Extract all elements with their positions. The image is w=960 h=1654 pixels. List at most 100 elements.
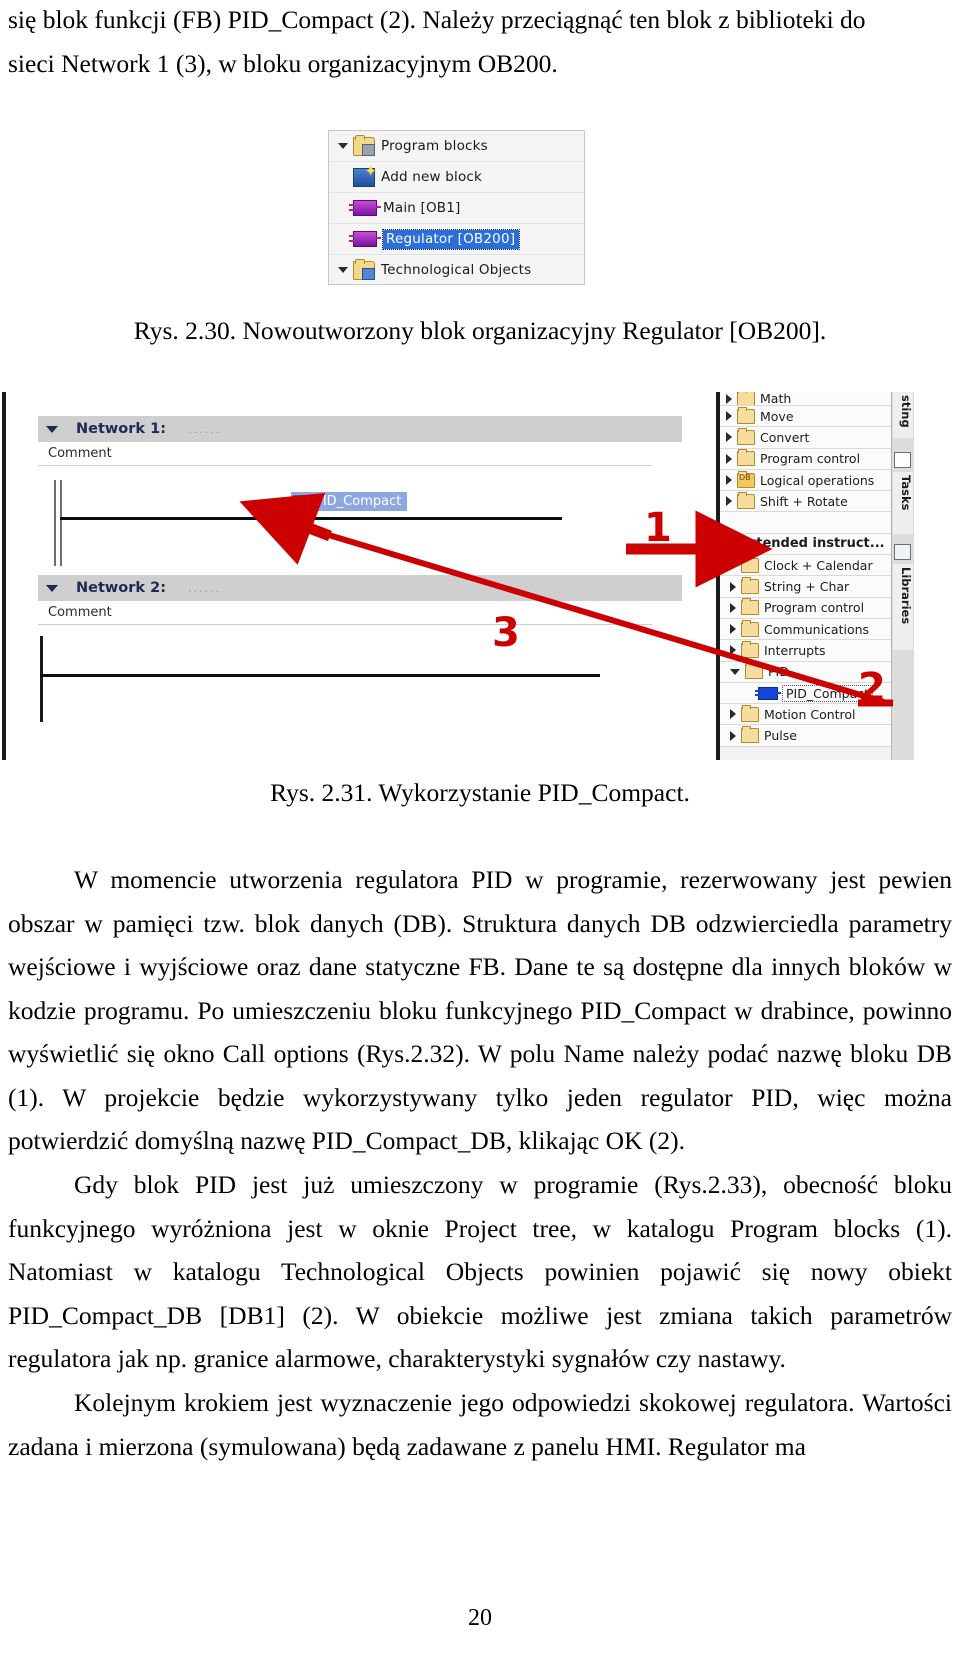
annotation-number-2: 2 xyxy=(858,665,886,711)
expander-right-icon[interactable] xyxy=(730,730,736,741)
tree-row[interactable]: Technological Objects xyxy=(329,255,584,284)
expander-down-icon[interactable] xyxy=(724,540,734,547)
paragraph-top-line-2: sieci Network 1 (3), w bloku organizacyj… xyxy=(8,49,558,78)
folder-db-icon xyxy=(737,470,755,488)
instruction-label: PID xyxy=(768,664,789,680)
function-block-blue-icon xyxy=(293,495,311,508)
expander-right-icon[interactable] xyxy=(726,411,732,422)
libraries-icon[interactable] xyxy=(894,544,911,560)
network-title: Network 1: xyxy=(76,421,166,437)
drop-target-node[interactable] xyxy=(294,512,307,527)
network-title: Network 2: xyxy=(76,580,166,596)
folder-move-icon xyxy=(737,406,755,424)
figure-project-tree: Program blocks ✦ Add new block Main [OB1… xyxy=(328,130,585,285)
expander-right-icon[interactable] xyxy=(730,709,736,720)
annotation-number-3: 3 xyxy=(492,610,520,656)
page-number: 20 xyxy=(468,1605,492,1631)
expander-right-icon[interactable] xyxy=(726,496,732,507)
expander-right-icon[interactable] xyxy=(726,432,732,443)
expander-right-icon[interactable] xyxy=(726,453,732,464)
folder-convert-icon xyxy=(737,427,755,445)
extended-instructions-header[interactable]: Extended instruct... xyxy=(720,533,892,556)
rung-line-1 xyxy=(60,517,562,520)
tree-item-label: Program blocks xyxy=(381,138,488,154)
network-title-dots: ...... xyxy=(188,422,221,436)
network-1-comment[interactable]: Comment xyxy=(38,442,652,466)
network-title-dots: ...... xyxy=(188,581,221,595)
instruction-row[interactable]: Shift + Rotate xyxy=(720,491,892,513)
instruction-row[interactable]: Pulse xyxy=(720,725,892,747)
tree-row[interactable]: Main [OB1] xyxy=(329,193,584,224)
tree-item-label: Technological Objects xyxy=(381,262,532,278)
expander-down-icon[interactable] xyxy=(730,668,740,675)
instruction-row[interactable]: Program control xyxy=(720,448,892,470)
expander-right-icon[interactable] xyxy=(730,560,736,571)
collapse-down-icon[interactable] xyxy=(46,425,58,433)
folder-icon xyxy=(741,726,759,744)
instruction-row[interactable]: String + Char xyxy=(720,576,892,598)
paragraph-body-2: Gdy blok PID jest już umieszczony w prog… xyxy=(8,1170,952,1373)
tree-row[interactable]: ✦ Add new block xyxy=(329,162,584,193)
instruction-row[interactable]: Interrupts xyxy=(720,640,892,662)
instruction-label: Motion Control xyxy=(764,706,856,722)
instruction-row[interactable]: Move xyxy=(720,406,892,428)
paragraph-top-line-1: się blok funkcji (FB) PID_Compact (2). N… xyxy=(8,5,866,34)
instruction-label: Move xyxy=(760,408,794,424)
power-rail-left-1b xyxy=(60,480,62,566)
function-block-blue-icon xyxy=(755,686,781,700)
instruction-row[interactable]: Logical operations xyxy=(720,469,892,492)
rung-line-2 xyxy=(40,674,600,677)
instruction-label: Logical operations xyxy=(760,472,875,488)
folder-icon xyxy=(741,704,759,722)
collapse-down-icon[interactable] xyxy=(46,584,58,592)
tab-libraries[interactable]: Libraries xyxy=(893,564,913,650)
expander-right-icon[interactable] xyxy=(726,393,732,404)
instruction-row[interactable]: Program control xyxy=(720,597,892,619)
instruction-label: Shift + Rotate xyxy=(760,493,848,509)
network-2-header[interactable]: Network 2: ...... xyxy=(38,575,682,601)
tasks-icon[interactable] xyxy=(894,452,911,468)
instruction-label: String + Char xyxy=(764,579,850,595)
power-rail-left-1 xyxy=(54,480,56,566)
instruction-label: Convert xyxy=(760,429,810,445)
network-comment-label: Comment xyxy=(48,446,112,461)
pid-compact-block-chip[interactable]: PID_Compact xyxy=(291,492,408,511)
pid-compact-chip-label: PID_Compact xyxy=(315,494,402,509)
instruction-row[interactable]: Clock + Calendar xyxy=(720,555,892,577)
annotation-number-1: 1 xyxy=(644,505,672,551)
instruction-row[interactable]: Communications xyxy=(720,618,892,641)
network-comment-label: Comment xyxy=(48,605,112,620)
expander-right-icon[interactable] xyxy=(730,645,736,656)
tree-item-label: Regulator [OB200] xyxy=(381,228,521,250)
document-page: się blok funkcji (FB) PID_Compact (2). N… xyxy=(0,0,960,1654)
instruction-label: Pulse xyxy=(764,728,797,744)
folder-icon xyxy=(741,598,759,616)
figure-network-editor: Network 1: ...... Comment PID_Compact Ne… xyxy=(2,392,914,760)
expander-right-icon[interactable] xyxy=(730,581,736,592)
folder-tech-icon xyxy=(353,258,375,280)
instruction-label: Math xyxy=(760,392,792,406)
instruction-row[interactable]: Convert xyxy=(720,427,892,449)
expander-down-icon[interactable] xyxy=(333,143,353,149)
tree-row-selected[interactable]: Regulator [OB200] xyxy=(329,224,584,255)
tab-tasks[interactable]: Tasks xyxy=(893,472,913,534)
expander-right-icon[interactable] xyxy=(726,475,732,486)
expander-right-icon[interactable] xyxy=(730,624,736,635)
folder-icon xyxy=(741,640,759,658)
network-2-comment[interactable]: Comment xyxy=(38,601,652,625)
ladder-editor-pane: Network 1: ...... Comment PID_Compact Ne… xyxy=(2,392,716,760)
expander-right-icon[interactable] xyxy=(730,602,736,613)
instruction-label: Program control xyxy=(764,600,865,616)
instruction-label: Program control xyxy=(760,451,861,467)
paragraph-body-3: Kolejnym krokiem jest wyznaczenie jego o… xyxy=(8,1388,952,1461)
power-rail-left-2 xyxy=(40,636,43,722)
instruction-row[interactable]: Math xyxy=(720,392,892,406)
expander-down-icon[interactable] xyxy=(333,267,353,273)
network-1-header[interactable]: Network 1: ...... xyxy=(38,416,682,442)
folder-program-control-icon xyxy=(737,449,755,467)
folder-shift-rotate-icon xyxy=(737,491,755,509)
tab-testing[interactable]: sting xyxy=(893,392,913,438)
tree-item-label: Add new block xyxy=(381,169,483,185)
folder-icon xyxy=(741,577,759,595)
tree-row[interactable]: Program blocks xyxy=(329,131,584,162)
